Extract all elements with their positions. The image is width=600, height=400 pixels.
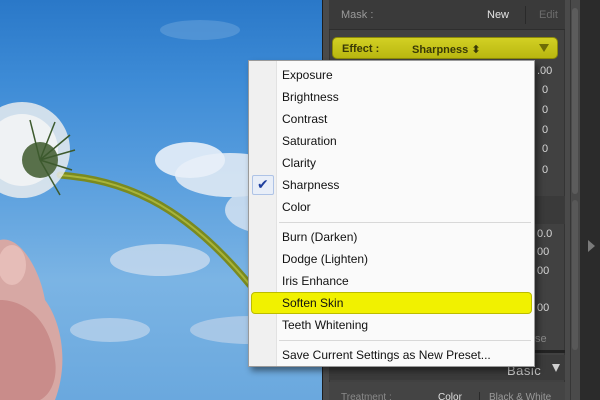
menu-item-label: Saturation xyxy=(282,134,337,148)
menu-item-label: Contrast xyxy=(282,112,328,126)
menu-item-label: Color xyxy=(282,200,311,214)
menu-item-contrast[interactable]: Contrast xyxy=(249,108,534,130)
menu-item-label: Iris Enhance xyxy=(282,274,349,288)
slider-value: .00 xyxy=(537,65,553,77)
menu-item-label: Exposure xyxy=(282,68,333,82)
menu-item-label: Dodge (Lighten) xyxy=(282,252,369,266)
effect-popup-menu: Exposure Brightness Contrast Saturation … xyxy=(248,60,535,367)
menu-item-label: Teeth Whitening xyxy=(282,318,369,332)
triangle-down-icon[interactable] xyxy=(539,44,549,52)
slider-value: 0 xyxy=(542,104,549,116)
slider-value: 0 xyxy=(542,84,549,96)
treatment-bw-button[interactable]: Black & White xyxy=(489,392,551,400)
menu-item-label: Burn (Darken) xyxy=(282,230,358,244)
menu-item-teeth-whitening[interactable]: Teeth Whitening xyxy=(249,314,534,336)
effect-value-text: Sharpness xyxy=(412,44,469,56)
slider-value: 0 xyxy=(542,143,549,155)
scrollbar-thumb[interactable] xyxy=(572,8,578,194)
slider-value: 0 xyxy=(542,124,549,136)
menu-item-sharpness[interactable]: ✔ Sharpness xyxy=(249,174,534,196)
treatment-color-button[interactable]: Color xyxy=(438,392,462,400)
triangle-down-icon[interactable] xyxy=(552,364,560,372)
menu-item-iris-enhance[interactable]: Iris Enhance xyxy=(249,270,534,292)
menu-item-clarity[interactable]: Clarity xyxy=(249,152,534,174)
checkmark-icon: ✔ xyxy=(257,176,269,192)
slider-value: 00 xyxy=(537,246,550,258)
menu-item-label: Soften Skin xyxy=(282,296,344,310)
menu-item-exposure[interactable]: Exposure xyxy=(249,64,534,86)
updown-arrows-icon: ⬍ xyxy=(471,44,481,56)
effect-value: Sharpness ⬍ xyxy=(412,43,481,56)
panel-scrollbar[interactable] xyxy=(570,0,580,400)
scrollbar-thumb[interactable] xyxy=(572,200,578,350)
menu-item-save-preset[interactable]: Save Current Settings as New Preset... xyxy=(249,344,534,366)
menu-item-brightness[interactable]: Brightness xyxy=(249,86,534,108)
mask-edit-button[interactable]: Edit xyxy=(539,9,558,21)
slider-value: 0 xyxy=(542,164,549,176)
menu-item-burn[interactable]: Burn (Darken) xyxy=(249,226,534,248)
menu-item-color[interactable]: Color xyxy=(249,196,534,218)
menu-separator xyxy=(279,222,531,223)
right-edge-strip xyxy=(580,0,600,400)
menu-item-label: Sharpness xyxy=(282,178,340,192)
effect-label: Effect : xyxy=(342,43,380,55)
slider-value: 00 xyxy=(537,302,550,314)
menu-item-label: Brightness xyxy=(282,90,339,104)
menu-item-label: Clarity xyxy=(282,156,317,170)
mask-new-button[interactable]: New xyxy=(487,9,509,21)
button-label-fragment[interactable]: se xyxy=(535,333,547,345)
slider-value: 00 xyxy=(537,265,550,277)
menu-item-label: Save Current Settings as New Preset... xyxy=(282,348,491,362)
triangle-right-icon[interactable] xyxy=(588,240,595,252)
treatment-label: Treatment : xyxy=(341,392,392,400)
mask-row: Mask : New Edit xyxy=(329,0,565,30)
treatment-separator xyxy=(479,392,480,400)
menu-item-saturation[interactable]: Saturation xyxy=(249,130,534,152)
slider-value: 0.0 xyxy=(537,228,553,240)
menu-item-soften-skin[interactable]: Soften Skin xyxy=(249,292,534,314)
effect-dropdown[interactable]: Effect : Sharpness ⬍ xyxy=(332,37,558,59)
mask-label: Mask : xyxy=(341,9,374,21)
treatment-row: Treatment : Color Black & White xyxy=(329,382,565,400)
menu-item-dodge[interactable]: Dodge (Lighten) xyxy=(249,248,534,270)
mask-separator xyxy=(525,6,526,24)
menu-separator xyxy=(279,340,531,341)
